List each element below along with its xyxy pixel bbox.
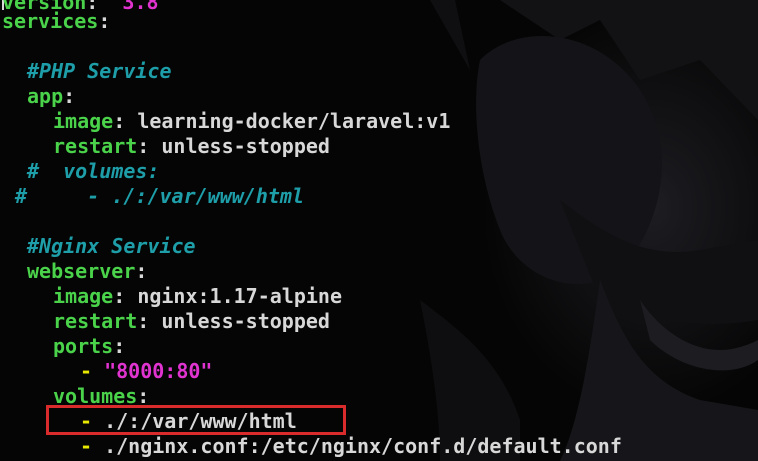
yaml-key: restart [53,134,138,158]
yaml-key: services [2,9,99,33]
yaml-string-value: "8000:80" [104,359,213,383]
code-line-app-restart: restart: unless-stopped [53,134,330,159]
code-line-app: app: [27,84,75,109]
code-line-ports: ports: [53,334,125,359]
yaml-key: webserver [27,259,136,283]
code-line-app-image: image: learning-docker/laravel:v1 [53,109,450,134]
code-line-webserver-restart: restart: unless-stopped [53,309,330,334]
yaml-key: image [53,109,114,133]
yaml-key: image [53,284,114,308]
yaml-value: unless-stopped [161,309,330,333]
yaml-value: nginx:1.17-alpine [137,284,343,308]
yaml-colon: : [137,134,150,158]
yaml-comment: # volumes: [27,159,160,183]
yaml-colon: : [63,84,76,108]
yaml-comment: # - ./:/var/www/html [15,184,304,208]
yaml-value: unless-stopped [161,134,330,158]
yaml-colon: : [113,109,126,133]
yaml-key: app [27,84,64,108]
yaml-comment: #PHP Service [27,59,172,83]
yaml-string-value: "3.8" [110,0,171,14]
yaml-colon: : [113,284,126,308]
code-line-comment-volumes: # volumes: [27,159,159,184]
yaml-list-dash: - [80,434,93,458]
code-line-webserver: webserver: [27,259,147,284]
yaml-value: ./nginx.conf:/etc/nginx/conf.d/default.c… [104,434,622,458]
yaml-value: learning-docker/laravel:v1 [137,109,451,133]
terminal-window[interactable]: version: "3.8" services: #PHP Service ap… [0,0,758,461]
yaml-key: restart [53,309,138,333]
code-line-volume-nginx-conf: - ./nginx.conf:/etc/nginx/conf.d/default… [80,434,622,459]
yaml-key: ports [53,334,114,358]
code-line-webserver-image: image: nginx:1.17-alpine [53,284,342,309]
code-line-comment-volume-path: # - ./:/var/www/html [15,184,304,209]
code-line-comment-php: #PHP Service [27,59,172,84]
yaml-colon: : [98,9,111,33]
yaml-list-dash: - [80,359,93,383]
yaml-colon: : [135,259,148,283]
code-line-services: services: [2,9,110,34]
yaml-comment: #Nginx Service [27,234,196,258]
yaml-colon: : [137,309,150,333]
red-highlight-box [46,405,346,435]
code-line-comment-nginx: #Nginx Service [27,234,196,259]
yaml-editor[interactable]: version: "3.8" services: #PHP Service ap… [0,0,758,461]
yaml-colon: : [113,334,126,358]
code-line-port-mapping: - "8000:80" [80,359,212,384]
